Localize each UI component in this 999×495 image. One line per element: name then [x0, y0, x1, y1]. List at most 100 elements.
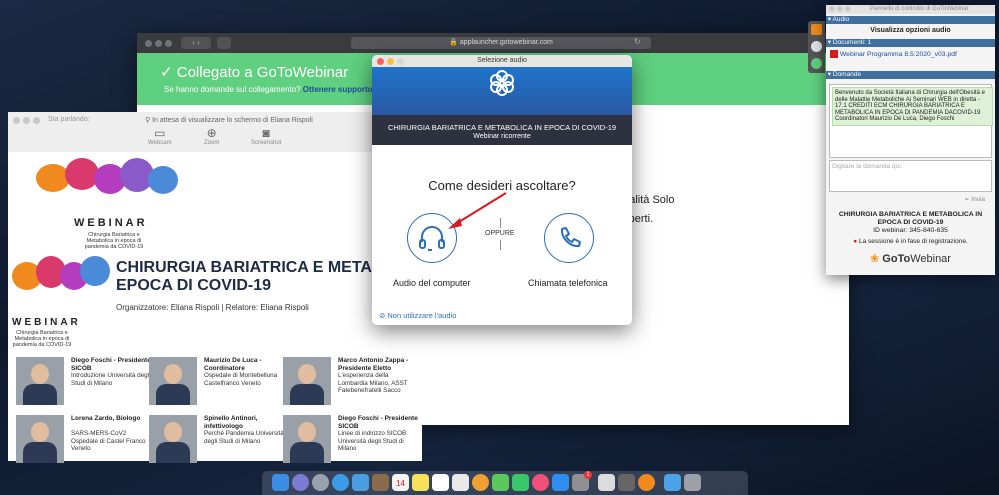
music-icon[interactable] [532, 474, 549, 491]
script-editor-icon[interactable] [618, 474, 635, 491]
speaker-photo [149, 357, 197, 405]
help-question: Se hanno domande sul collegamento? [164, 85, 301, 94]
tool-label: Webcam [148, 140, 172, 146]
speaker-card: Diego Foschi - Presidente SICOB Introduz… [16, 357, 151, 405]
audio-status-icon[interactable] [811, 58, 822, 69]
collapse-arrow-icon[interactable] [811, 24, 822, 35]
sidebar-toggle-icon[interactable] [217, 37, 231, 49]
zoom-icon: ⊕ [206, 126, 217, 140]
audio-window-title: Selezione audio [477, 57, 527, 64]
reload-icon[interactable]: ↻ [634, 37, 641, 46]
viewer-toolbar: Sta parlando: ⚲ In attesa di visualizzar… [8, 112, 422, 153]
questions-section-header[interactable]: ▾ Domande [826, 71, 995, 79]
shared-slide: WEBINAR Chirurgia Bariatrica e Metabolic… [8, 152, 422, 463]
slide-title: CHIRURGIA BARIATRICA E METABOLI EPOCA DI… [116, 259, 410, 295]
speaking-label: Sta parlando: [48, 116, 90, 123]
phone-icon [560, 227, 581, 248]
calendar-icon[interactable]: 14 [392, 474, 409, 491]
flower-logo-icon: ❀ [870, 253, 880, 265]
speaker-card: Lorena Zardo, Biologo SARS-MERS-CoV2 Osp… [16, 415, 146, 463]
connected-title: ✓ Collegato a GoToWebinar [160, 63, 348, 81]
gotowebinar-flower-icon [490, 70, 514, 96]
zoom-button[interactable]: ⊕ Zoom [204, 126, 219, 146]
window-controls[interactable] [145, 39, 175, 49]
speaker-name: Diego Foschi - Presidente SICOB [338, 415, 418, 430]
browser-toolbar: ‹ › 🔒 applauncher.gotowebinar.com ↻ [137, 33, 849, 53]
support-link[interactable]: Ottenere supporto [303, 85, 373, 94]
facetime-icon[interactable] [512, 474, 529, 491]
logo-bubble-blue [148, 166, 178, 194]
questions-log[interactable]: Benvenuto da Società Italiana di Chirurg… [829, 84, 993, 158]
waiting-status: ⚲ In attesa di visualizzare lo schermo d… [145, 116, 313, 124]
address-bar[interactable]: 🔒 applauncher.gotowebinar.com [351, 37, 651, 49]
webcam-button[interactable]: ▭ Webcam [148, 126, 172, 146]
app-store-icon[interactable] [552, 474, 569, 491]
mail-icon[interactable] [352, 474, 369, 491]
speaker-desc: Introduzione Università degli Studi di M… [71, 372, 151, 387]
panel-window-controls[interactable] [829, 6, 853, 13]
safari-icon[interactable] [332, 474, 349, 491]
question-placeholder: Digitare la domanda qui. [832, 163, 903, 170]
webinar-subtitle: Chirurgia Bariatrica e Metabolica in epo… [84, 232, 144, 250]
audio-section-header[interactable]: ▾ Audio [826, 16, 995, 24]
no-audio-link[interactable]: ⊘ Non utilizzare l'audio [379, 311, 456, 320]
send-icon: ➢ [964, 196, 970, 203]
tool-label: Zoom [204, 140, 220, 146]
messages-icon[interactable] [492, 474, 509, 491]
speaker-desc: Ospedale di Montebelluna Castelfranco Ve… [204, 372, 278, 387]
webinar-id: ID webinar: 345-840-635 [873, 227, 948, 234]
speaker-desc: SARS-MERS-CoV2 Ospedale di Castel Franco… [71, 430, 146, 452]
speaker-name: Lorena Zardo, Biologo [71, 415, 141, 422]
speaker-photo [16, 415, 64, 463]
launchpad-icon[interactable] [312, 474, 329, 491]
computer-audio-label[interactable]: Audio del computer [393, 278, 471, 288]
brand-rest: Webinar [910, 253, 951, 265]
check-icon: ✓ [160, 64, 173, 81]
question-input[interactable]: Digitare la domanda qui. [829, 160, 992, 192]
trash-icon[interactable] [684, 474, 701, 491]
maps-icon[interactable] [452, 474, 469, 491]
contacts-icon[interactable] [372, 474, 389, 491]
webinar-subtitle: Chirurgia Bariatrica e Metabolica in epo… [12, 330, 72, 348]
speaker-photo [283, 357, 331, 405]
reminders-icon[interactable] [432, 474, 449, 491]
screen-icon[interactable] [811, 41, 822, 52]
panel-titlebar: Pannello di controllo di GoToWebinar [826, 5, 995, 14]
gotowebinar-icon[interactable] [638, 474, 655, 491]
divider [500, 240, 501, 250]
recording-status: ● La sessione è in fase di registrazione… [826, 238, 995, 245]
speaker-card: Maurizio De Luca - Coordinatore Ospedale… [149, 357, 279, 405]
back-forward-buttons[interactable]: ‹ › [181, 37, 211, 49]
documents-section-header[interactable]: ▾ Documenti: 1 [826, 39, 995, 47]
slide-title-line: CHIRURGIA BARIATRICA E METABOLI [116, 259, 411, 276]
preview-icon[interactable] [598, 474, 615, 491]
photos-icon[interactable] [472, 474, 489, 491]
document-link[interactable]: Webinar Programma 8.5.2020_v03.pdf [830, 50, 957, 58]
speaker-desc: Perché Pandemia Università degli Studi d… [204, 430, 284, 445]
send-button[interactable]: ➢ Invia [964, 195, 985, 203]
phone-call-button[interactable] [544, 213, 594, 263]
phone-call-label[interactable]: Chiamata telefonica [528, 278, 608, 288]
downloads-folder-icon[interactable] [664, 474, 681, 491]
audio-options-button[interactable]: Visualizza opzioni audio [826, 27, 995, 34]
viewer-window-controls[interactable] [13, 116, 43, 126]
webcam-icon: ▭ [154, 126, 166, 140]
finder-icon[interactable] [272, 474, 289, 491]
notes-icon[interactable] [412, 474, 429, 491]
speaker-name: Marco Antonio Zappa - Presidente Eletto [338, 357, 409, 372]
system-preferences-icon[interactable]: 1 [572, 471, 592, 491]
screenshot-button[interactable]: ◙ Screenshot [251, 126, 281, 146]
speaker-name: Maurizio De Luca - Coordinatore [204, 357, 262, 372]
document-name: Webinar Programma 8.5.2020_v03.pdf [839, 50, 957, 58]
panel-side-tabs [808, 21, 825, 73]
record-dot-icon: ● [853, 238, 858, 245]
tool-label: Screenshot [251, 140, 282, 146]
siri-icon[interactable] [292, 474, 309, 491]
panel-event-name: CHIRURGIA BARIATRICA E METABOLICA IN EPO… [838, 211, 983, 226]
dock: 14 1 [262, 471, 748, 495]
logo-bubble-blue [80, 256, 110, 286]
brand-bold: GoTo [882, 253, 911, 265]
mute-icon: ⊘ [379, 311, 386, 320]
question-message: Benvenuto da Società Italiana di Chirurg… [832, 87, 993, 126]
speaker-name: Spinello Antinori, infettivologo [204, 415, 258, 430]
